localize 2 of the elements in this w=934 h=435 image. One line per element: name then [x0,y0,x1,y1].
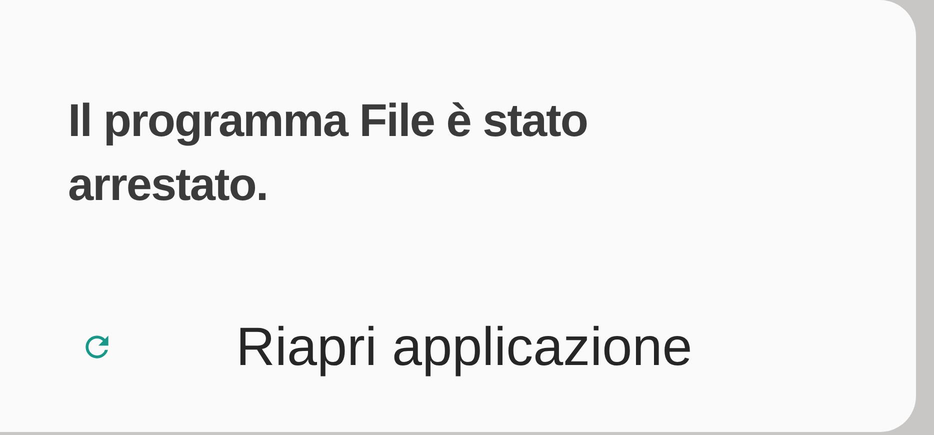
reopen-button[interactable]: Riapri applicazione [68,316,876,378]
dialog-title: Il programma File è stato arrestato. [68,93,588,212]
